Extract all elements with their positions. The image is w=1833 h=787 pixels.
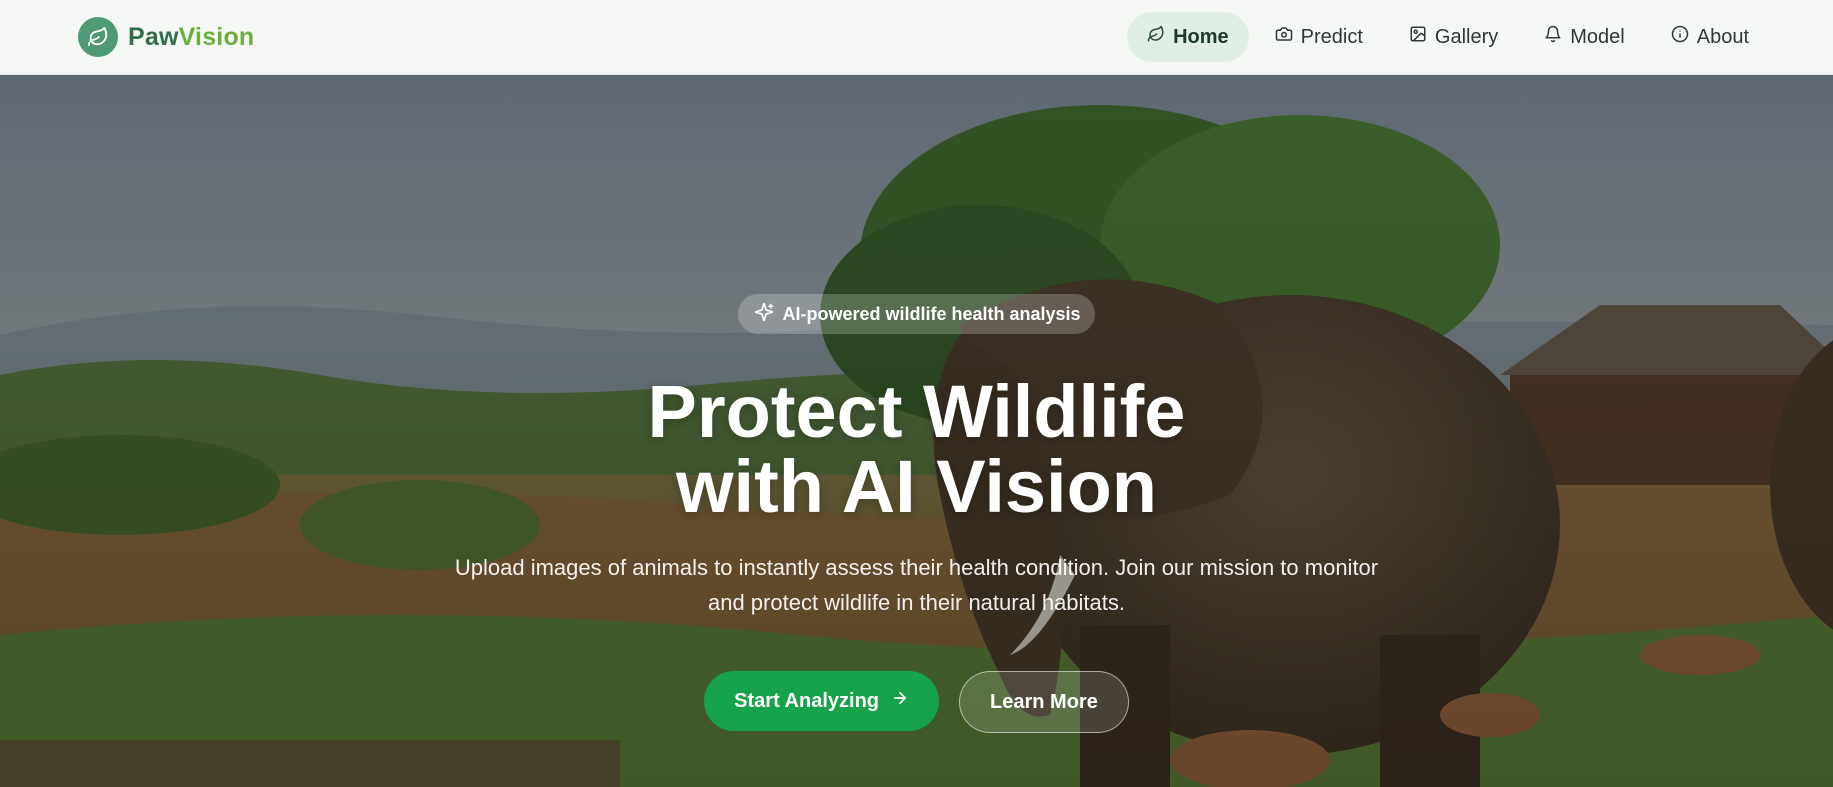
top-navbar: PawVision Home Predict Gallery Model Abo… bbox=[0, 0, 1833, 75]
start-analyzing-button[interactable]: Start Analyzing bbox=[704, 671, 940, 731]
info-icon bbox=[1671, 25, 1689, 49]
hero-headline: Protect Wildlife with AI Vision bbox=[648, 374, 1186, 524]
hero-headline-line1: Protect Wildlife bbox=[647, 370, 1186, 453]
brand-name-part2: Vision bbox=[178, 22, 255, 51]
start-analyzing-label: Start Analyzing bbox=[734, 689, 880, 712]
nav-item-model-label: Model bbox=[1570, 25, 1625, 48]
nav-item-predict[interactable]: Predict bbox=[1255, 12, 1383, 62]
nav-item-model[interactable]: Model bbox=[1524, 12, 1644, 62]
brand[interactable]: PawVision bbox=[78, 17, 254, 57]
hero-subtitle: Upload images of animals to instantly as… bbox=[454, 555, 1379, 615]
hero-badge-text: AI-powered wildlife health analysis bbox=[782, 303, 1081, 324]
hero-content: AI-powered wildlife health analysis Prot… bbox=[0, 75, 1833, 787]
hero-cta-row: Start Analyzing Learn More bbox=[704, 671, 1129, 733]
nav-item-home-label: Home bbox=[1173, 25, 1229, 48]
nav-item-predict-label: Predict bbox=[1300, 25, 1363, 48]
nav-item-gallery[interactable]: Gallery bbox=[1389, 12, 1518, 62]
hero-badge: AI-powered wildlife health analysis bbox=[738, 294, 1095, 334]
leaf-icon bbox=[78, 17, 118, 57]
nav-item-home[interactable]: Home bbox=[1127, 12, 1249, 62]
camera-icon bbox=[1275, 25, 1293, 49]
brand-name-part1: Paw bbox=[128, 22, 179, 51]
hero-headline-line2: with AI Vision bbox=[675, 445, 1158, 528]
bell-icon bbox=[1544, 25, 1562, 49]
leaf-icon bbox=[1147, 25, 1165, 49]
hero-section: AI-powered wildlife health analysis Prot… bbox=[0, 75, 1833, 787]
nav-item-gallery-label: Gallery bbox=[1434, 25, 1499, 48]
nav-item-about-label: About bbox=[1696, 25, 1749, 48]
nav-item-about[interactable]: About bbox=[1651, 12, 1769, 62]
sparkles-icon bbox=[754, 302, 774, 327]
brand-name: PawVision bbox=[128, 23, 254, 52]
nav-links: Home Predict Gallery Model About bbox=[1127, 12, 1769, 62]
learn-more-button[interactable]: Learn More bbox=[959, 671, 1129, 733]
arrow-right-icon bbox=[891, 689, 909, 713]
image-icon bbox=[1409, 25, 1427, 49]
learn-more-label: Learn More bbox=[990, 690, 1098, 713]
